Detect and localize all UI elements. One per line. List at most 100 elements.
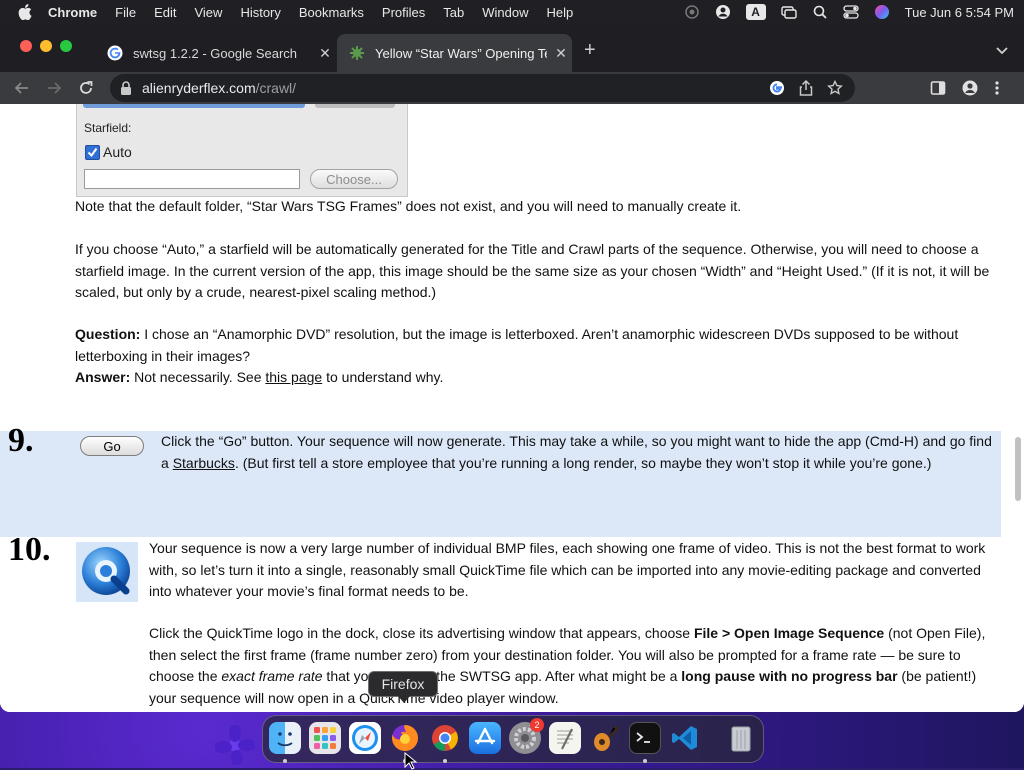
- zoom-window-button[interactable]: [60, 40, 72, 52]
- go-button[interactable]: Go: [80, 436, 144, 456]
- panel-button-fragment: [315, 104, 395, 108]
- user-account-icon[interactable]: [715, 4, 731, 20]
- exact-frame-rate-text: exact frame rate: [221, 668, 323, 684]
- question-text: I chose an “Anamorphic DVD” resolution, …: [75, 326, 959, 364]
- menubar: Chrome File Edit View History Bookmarks …: [0, 0, 1024, 24]
- starfield-label: Starfield:: [84, 121, 132, 135]
- choose-button[interactable]: Choose...: [310, 169, 398, 189]
- new-tab-icon[interactable]: +: [584, 40, 596, 60]
- step-10-number: 10.: [8, 531, 51, 568]
- menubar-clock[interactable]: Tue Jun 6 5:54 PM: [905, 5, 1014, 20]
- step-10-paragraph-2: Click the QuickTime logo in the dock, cl…: [149, 623, 1004, 709]
- step-9-text: Click the “Go” button. Your sequence wil…: [161, 431, 1003, 474]
- tab-strip: swtsg 1.2.2 - Google Search ✕ Yellow “St…: [0, 24, 1024, 72]
- step-9-text-part: . (But first tell a store employee that …: [234, 454, 932, 471]
- dock-tooltip: Firefox: [368, 671, 438, 697]
- starbucks-link[interactable]: Starbucks: [173, 455, 235, 471]
- minimize-window-button[interactable]: [40, 40, 52, 52]
- textedit-icon[interactable]: [549, 722, 581, 754]
- page-scrollbar[interactable]: [1015, 437, 1021, 501]
- this-page-link[interactable]: this page: [265, 369, 322, 385]
- site-favicon-icon: [349, 45, 365, 61]
- close-tab-icon[interactable]: ✕: [317, 45, 333, 61]
- step-10-paragraph-1: Your sequence is now a very large number…: [149, 540, 986, 599]
- input-source-icon[interactable]: A: [745, 4, 766, 20]
- input-source-label: A: [751, 5, 760, 19]
- terminal-icon[interactable]: [629, 722, 661, 754]
- question-paragraph: Question: I chose an “Anamorphic DVD” re…: [75, 324, 1005, 367]
- back-arrow-icon[interactable]: [14, 80, 30, 96]
- close-tab-icon[interactable]: ✕: [553, 45, 569, 61]
- safari-icon[interactable]: [349, 722, 381, 754]
- screen-mirroring-icon[interactable]: [780, 4, 797, 20]
- tab-title: Yellow “Star Wars” Opening Te: [375, 45, 547, 61]
- chrome-window: swtsg 1.2.2 - Google Search ✕ Yellow “St…: [0, 24, 1024, 712]
- chrome-icon[interactable]: [429, 722, 461, 754]
- tab-star-wars-crawl[interactable]: Yellow “Star Wars” Opening Te ✕: [337, 34, 572, 72]
- menu-window[interactable]: Window: [482, 5, 528, 20]
- dock: 2: [262, 715, 764, 763]
- spotlight-search-icon[interactable]: [812, 4, 828, 20]
- running-indicator: [283, 759, 287, 763]
- url-path: /crawl/: [255, 80, 297, 96]
- vscode-icon[interactable]: [669, 722, 701, 754]
- tab-title: swtsg 1.2.2 - Google Search: [133, 45, 298, 61]
- profile-avatar-icon[interactable]: [962, 80, 978, 101]
- share-icon[interactable]: [799, 79, 813, 101]
- default-folder-note: Note that the default folder, “Star Wars…: [75, 198, 742, 214]
- question-label: Question:: [75, 326, 141, 342]
- menu-tab[interactable]: Tab: [443, 5, 464, 20]
- running-indicator: [443, 759, 447, 763]
- chrome-menu-icon[interactable]: [994, 80, 1000, 101]
- lock-icon[interactable]: [120, 81, 132, 95]
- launchpad-icon[interactable]: [309, 722, 341, 754]
- menu-help[interactable]: Help: [547, 5, 574, 20]
- menu-history[interactable]: History: [240, 5, 280, 20]
- address-bar[interactable]: alienryderflex.com/crawl/: [110, 74, 855, 102]
- siri-icon[interactable]: [874, 4, 890, 20]
- menu-profiles[interactable]: Profiles: [382, 5, 425, 20]
- menu-view[interactable]: View: [194, 5, 222, 20]
- google-lens-icon[interactable]: [769, 80, 785, 101]
- wallpaper-flower: [215, 725, 255, 765]
- airplay-status-icon[interactable]: [684, 4, 700, 20]
- settings-badge: 2: [530, 718, 544, 732]
- menu-file[interactable]: File: [115, 5, 136, 20]
- starfield-path-field[interactable]: [84, 169, 300, 189]
- tooltip-arrow: [398, 696, 410, 703]
- bookmark-star-icon[interactable]: [827, 79, 843, 101]
- answer-text: to understand why.: [322, 369, 444, 385]
- answer-label: Answer:: [75, 369, 131, 385]
- close-window-button[interactable]: [20, 40, 32, 52]
- firefox-icon[interactable]: [389, 722, 421, 754]
- window-controls: [20, 40, 72, 52]
- url-text[interactable]: alienryderflex.com/crawl/: [142, 80, 296, 96]
- auto-checkbox[interactable]: [85, 145, 100, 160]
- quicktime-logo-icon: [76, 542, 138, 602]
- menu-edit[interactable]: Edit: [154, 5, 176, 20]
- panel-button-fragment: [83, 104, 305, 108]
- long-pause-text: long pause with no progress bar: [681, 668, 898, 684]
- mouse-cursor-icon: [404, 752, 418, 770]
- browser-toolbar: alienryderflex.com/crawl/: [0, 72, 1024, 104]
- answer-text: Not necessarily. See: [130, 369, 266, 385]
- side-panel-icon[interactable]: [930, 80, 946, 101]
- tab-search-chevron-icon[interactable]: [996, 42, 1008, 60]
- finder-icon[interactable]: [269, 722, 301, 754]
- apple-icon[interactable]: [18, 4, 32, 20]
- menu-app-name[interactable]: Chrome: [48, 5, 97, 20]
- trash-icon[interactable]: [725, 722, 757, 754]
- step-10-text-part: Click the QuickTime logo in the dock, cl…: [149, 625, 694, 641]
- garageband-icon[interactable]: [589, 722, 621, 754]
- reload-icon[interactable]: [78, 80, 94, 96]
- url-domain: alienryderflex.com: [142, 80, 256, 96]
- app-store-icon[interactable]: [469, 722, 501, 754]
- auto-checkbox-label: Auto: [103, 144, 132, 160]
- google-favicon-icon: [107, 45, 123, 61]
- tab-google-search[interactable]: swtsg 1.2.2 - Google Search ✕: [95, 34, 335, 72]
- forward-arrow-icon[interactable]: [46, 80, 62, 96]
- page-content: Starfield: Auto Choose... Note that the …: [0, 104, 1024, 712]
- control-center-icon[interactable]: [842, 4, 859, 20]
- running-indicator: [643, 759, 647, 763]
- menu-bookmarks[interactable]: Bookmarks: [299, 5, 364, 20]
